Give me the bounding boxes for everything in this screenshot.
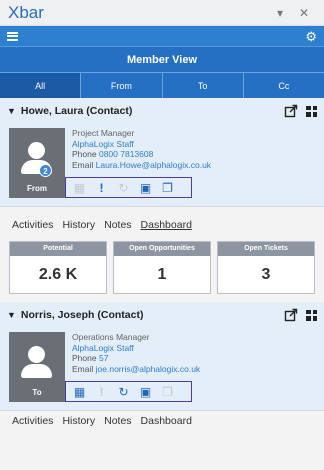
- tab-from[interactable]: From: [81, 73, 163, 98]
- kpi-label: Potential: [10, 242, 106, 256]
- email-link[interactable]: Laura.Howe@alphalogix.co.uk: [96, 160, 211, 170]
- avatar: 2 From: [9, 128, 65, 198]
- history-icon[interactable]: ↻: [116, 182, 131, 194]
- kpi-value: 3: [261, 266, 271, 283]
- kpi-value: 1: [157, 266, 167, 283]
- priority-icon[interactable]: !: [94, 386, 109, 398]
- view-title: Member View: [0, 46, 324, 72]
- hamburger-icon[interactable]: [7, 31, 18, 41]
- subtab-activities[interactable]: Activities: [12, 415, 53, 429]
- subtab-history[interactable]: History: [62, 415, 95, 429]
- kpi-label: Open Tickets: [218, 242, 314, 256]
- kpi-row: Potential 2.6 K Open Opportunities 1 Ope…: [0, 237, 324, 302]
- subtab-notes[interactable]: Notes: [104, 219, 131, 237]
- gear-icon[interactable]: ⚙: [305, 30, 317, 43]
- subtab-history[interactable]: History: [62, 219, 95, 237]
- priority-icon[interactable]: !: [94, 182, 109, 194]
- contact-header: ▼ Norris, Joseph (Contact): [0, 302, 324, 328]
- collapse-caret-icon[interactable]: ▼: [7, 106, 16, 116]
- avatar-role-label: To: [32, 388, 42, 397]
- contact-details: Project Manager AlphaLogix Staff Phone 0…: [65, 128, 211, 170]
- count-badge: 2: [39, 164, 52, 177]
- contact-name: Norris, Joseph (Contact): [20, 309, 144, 321]
- subtab-activities[interactable]: Activities: [12, 219, 53, 237]
- open-external-icon[interactable]: [284, 104, 298, 118]
- history-icon[interactable]: ↻: [116, 386, 131, 398]
- action-bar: ▦ ! ↻ ▣ ❐: [65, 177, 192, 198]
- job-title: Operations Manager: [72, 332, 150, 342]
- kpi-potential[interactable]: Potential 2.6 K: [9, 241, 107, 294]
- email-link[interactable]: joe.norris@alphalogix.co.uk: [96, 364, 201, 374]
- layout-grid-icon[interactable]: [306, 309, 317, 321]
- org-link[interactable]: AlphaLogix Staff: [72, 139, 211, 150]
- close-icon[interactable]: ✕: [292, 6, 316, 20]
- kpi-value: 2.6 K: [38, 266, 78, 283]
- window-title: Xbar: [8, 2, 44, 22]
- layout-grid-icon[interactable]: [306, 105, 317, 117]
- detail-tabs: Activities History Notes Dashboard: [0, 207, 324, 237]
- subtab-dashboard[interactable]: Dashboard: [141, 415, 192, 429]
- contact-details: Operations Manager AlphaLogix Staff Phon…: [65, 332, 200, 374]
- money-icon[interactable]: ▣: [138, 386, 153, 398]
- org-link[interactable]: AlphaLogix Staff: [72, 343, 200, 354]
- phone-link[interactable]: 57: [99, 353, 108, 363]
- action-bar: ▦ ! ↻ ▣ ❐: [65, 381, 192, 402]
- copy-icon[interactable]: ❐: [160, 182, 175, 194]
- subtab-notes[interactable]: Notes: [104, 415, 131, 429]
- tab-all[interactable]: All: [0, 73, 82, 98]
- subtab-dashboard[interactable]: Dashboard: [141, 219, 192, 237]
- open-external-icon[interactable]: [284, 308, 298, 322]
- contact-header: ▼ Howe, Laura (Contact): [0, 98, 324, 124]
- email-label: Email: [72, 159, 94, 170]
- phone-label: Phone: [72, 149, 97, 159]
- tab-cc[interactable]: Cc: [244, 73, 324, 98]
- phone-link[interactable]: 0800 7813608: [99, 149, 153, 159]
- contact-card: ▼ Norris, Joseph (Contact) To Operations…: [0, 302, 324, 411]
- kpi-open-tickets[interactable]: Open Tickets 3: [217, 241, 315, 294]
- member-tabs: All From To Cc: [0, 72, 324, 98]
- detail-tabs: Activities History Notes Dashboard: [0, 411, 324, 429]
- app-toolbar: ⚙: [0, 26, 324, 46]
- contact-card: ▼ Howe, Laura (Contact) 2 From Project M…: [0, 98, 324, 207]
- dropdown-icon[interactable]: ▾: [268, 6, 292, 20]
- kpi-open-opportunities[interactable]: Open Opportunities 1: [113, 241, 211, 294]
- copy-icon[interactable]: ❐: [160, 386, 175, 398]
- calendar-icon[interactable]: ▦: [72, 386, 87, 398]
- contact-name: Howe, Laura (Contact): [20, 105, 133, 117]
- money-icon[interactable]: ▣: [138, 182, 153, 194]
- calendar-icon[interactable]: ▦: [72, 182, 87, 194]
- email-label: Email: [72, 363, 94, 374]
- kpi-label: Open Opportunities: [114, 242, 210, 256]
- avatar: To: [9, 332, 65, 402]
- phone-label: Phone: [72, 353, 97, 363]
- avatar-role-label: From: [27, 184, 47, 193]
- job-title: Project Manager: [72, 128, 135, 138]
- tab-to[interactable]: To: [163, 73, 244, 98]
- window-titlebar: Xbar ▾ ✕: [0, 0, 324, 26]
- collapse-caret-icon[interactable]: ▼: [7, 310, 16, 320]
